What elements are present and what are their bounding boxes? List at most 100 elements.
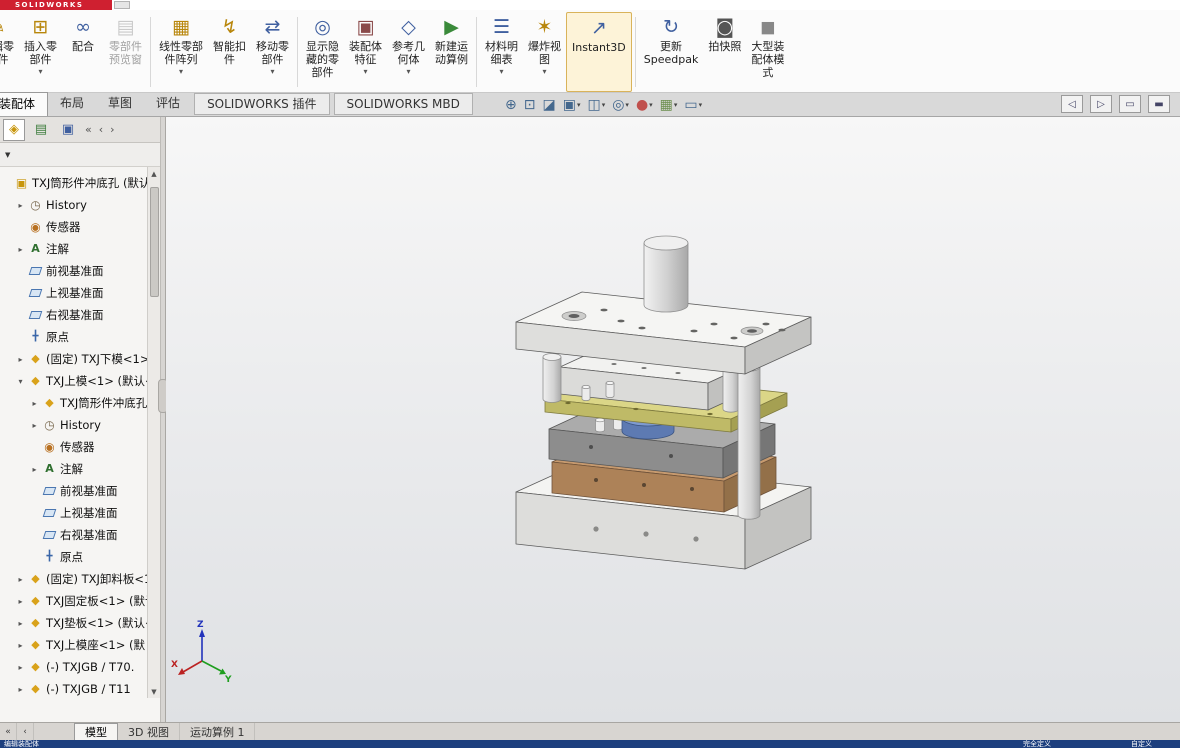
tree-row[interactable]: 上视基准面: [0, 282, 160, 304]
scroll-tabs-left-icon[interactable]: ‹: [17, 723, 34, 740]
tree-row[interactable]: ▸ ◆ TXJ上模座<1> (默: [0, 634, 160, 656]
dropdown-arrow-icon[interactable]: ▾: [38, 67, 42, 76]
dropdown-arrow-icon[interactable]: ▾: [542, 67, 546, 76]
expand-arrow-icon[interactable]: ▸: [16, 355, 25, 364]
shank[interactable]: [643, 235, 689, 313]
assembly-features-button[interactable]: ▣ 装配体 特征 ▾: [344, 12, 387, 92]
tree-row[interactable]: ▸ A 注解: [0, 458, 160, 480]
tree-row[interactable]: ◉ 传感器: [0, 436, 160, 458]
zoom-area-button[interactable]: ⊡: [524, 98, 536, 112]
root-collapse-icon[interactable]: ▼: [5, 151, 10, 159]
tabs-scroll-right-icon[interactable]: ›: [109, 123, 115, 136]
tree-row[interactable]: 前视基准面: [0, 480, 160, 502]
dropdown-arrow-icon[interactable]: ▾: [179, 67, 183, 76]
reference-geometry-button[interactable]: ◇ 参考几 何体 ▾: [387, 12, 430, 92]
tree-row[interactable]: 右视基准面: [0, 304, 160, 326]
expand-arrow-icon[interactable]: ▸: [30, 399, 39, 408]
tree-row[interactable]: 前视基准面: [0, 260, 160, 282]
tab-3d-views[interactable]: 3D 视图: [118, 723, 180, 740]
dropdown-arrow-icon[interactable]: ▾: [577, 101, 581, 109]
expand-arrow-icon[interactable]: ▸: [30, 465, 39, 474]
tree-row[interactable]: ▸ ◆ (-) TXJGB / T70.: [0, 656, 160, 678]
model-canvas[interactable]: [166, 117, 1180, 722]
bill-of-materials-button[interactable]: ☰ 材料明 细表 ▾: [480, 12, 523, 92]
linear-component-pattern-button[interactable]: ▦ 线性零部 件阵列 ▾: [154, 12, 208, 92]
tree-row[interactable]: ╋ 原点: [0, 546, 160, 568]
zoom-fit-button[interactable]: ⊕: [505, 98, 517, 112]
dropdown-arrow-icon[interactable]: ▾: [270, 67, 274, 76]
tab-evaluate[interactable]: 评估: [144, 92, 192, 116]
tab-assembly[interactable]: 装配体: [0, 92, 49, 116]
tree-row[interactable]: ▸ ◆ (固定) TXJ卸料板<1: [0, 568, 160, 590]
scroll-thumb[interactable]: [150, 187, 159, 297]
tree-row[interactable]: ▸ A 注解: [0, 238, 160, 260]
tree-row[interactable]: ▸ ◆ TXJ固定板<1> (默认: [0, 590, 160, 612]
insert-component-button[interactable]: ⊞ 插入零 部件 ▾: [19, 12, 62, 92]
dropdown-arrow-icon[interactable]: ▾: [649, 101, 653, 109]
show-hidden-components-button[interactable]: ◎ 显示隐 藏的零 部件: [301, 12, 344, 92]
scroll-tabs-start-icon[interactable]: «: [0, 723, 17, 740]
tab-layout[interactable]: 布局: [48, 92, 96, 116]
dropdown-arrow-icon[interactable]: ▾: [674, 101, 678, 109]
large-assembly-mode-button[interactable]: ◼ 大型装 配体模式: [746, 12, 789, 92]
tree-row[interactable]: 右视基准面: [0, 524, 160, 546]
expand-arrow-icon[interactable]: ▸: [16, 619, 25, 628]
expand-arrow-icon[interactable]: ▸: [16, 663, 25, 672]
tree-row[interactable]: ▣ TXJ筒形件冲底孔 (默认<: [0, 172, 160, 194]
tab-solidworks-addins[interactable]: SOLIDWORKS 插件: [194, 93, 330, 115]
view-orientation-button[interactable]: ▣ ▾: [563, 98, 581, 112]
dropdown-arrow-icon[interactable]: ▾: [406, 67, 410, 76]
expand-arrow-icon[interactable]: ▸: [30, 421, 39, 430]
edit-appearance-button[interactable]: ● ▾: [636, 98, 653, 112]
propertymanager-tab[interactable]: ▤: [30, 119, 52, 141]
smart-fasteners-button[interactable]: ↯ 智能扣件: [208, 12, 251, 92]
scroll-up-icon[interactable]: ▲: [148, 167, 161, 180]
hide-show-items-button[interactable]: ◎ ▾: [612, 98, 629, 112]
tree-scrollbar[interactable]: ▲ ▼: [147, 167, 160, 698]
dropdown-arrow-icon[interactable]: ▾: [699, 101, 703, 109]
tree-row[interactable]: ◉ 传感器: [0, 216, 160, 238]
update-speedpak-button[interactable]: ↻ 更新 Speedpak: [639, 12, 704, 92]
featuremanager-tab[interactable]: ◈: [3, 118, 25, 141]
new-motion-study-button[interactable]: ▶ 新建运 动算例: [430, 12, 473, 92]
status-customize-button[interactable]: 自定义: [1131, 740, 1152, 748]
configurationmanager-tab[interactable]: ▣: [57, 119, 79, 141]
dropdown-arrow-icon[interactable]: ▾: [602, 101, 606, 109]
section-view-button[interactable]: ◪: [542, 98, 555, 112]
tree-row[interactable]: ▸ ◆ (固定) TXJ下模<1> (默: [0, 348, 160, 370]
graphics-area[interactable]: Z X Y: [166, 117, 1180, 722]
expand-arrow-icon[interactable]: ▸: [16, 685, 25, 694]
component-preview-window-button[interactable]: ▤ 零部件 预览窗: [104, 12, 147, 92]
expand-arrow-icon[interactable]: ▸: [16, 575, 25, 584]
dropdown-arrow-icon[interactable]: ▾: [363, 67, 367, 76]
collapse-pane-icon[interactable]: ▬: [1148, 95, 1170, 113]
pane-forward-icon[interactable]: ▷: [1090, 95, 1112, 113]
tree-row[interactable]: ▸ ◆ TXJ筒形件冲底孔: [0, 392, 160, 414]
apply-scene-button[interactable]: ▦ ▾: [660, 98, 678, 112]
expand-arrow-icon[interactable]: ▸: [16, 641, 25, 650]
edit-component-button[interactable]: ✎编辑零部件: [0, 12, 19, 92]
tree-row[interactable]: ▸ ◆ TXJ垫板<1> (默认<: [0, 612, 160, 634]
undock-pane-icon[interactable]: ▭: [1119, 95, 1141, 113]
menu-expand-stub[interactable]: [114, 1, 130, 9]
tree-row[interactable]: ▸ ◷ History: [0, 414, 160, 436]
display-style-button[interactable]: ◫ ▾: [587, 98, 605, 112]
expand-arrow-icon[interactable]: ▸: [16, 597, 25, 606]
dropdown-arrow-icon[interactable]: ▾: [625, 101, 629, 109]
tabs-scroll-far-left-icon[interactable]: «: [84, 123, 93, 136]
tab-motion-study-1[interactable]: 运动算例 1: [180, 723, 256, 740]
scroll-down-icon[interactable]: ▼: [148, 685, 161, 698]
tree-row[interactable]: ▸ ◷ History: [0, 194, 160, 216]
pane-back-icon[interactable]: ◁: [1061, 95, 1083, 113]
collapse-arrow-icon[interactable]: ▾: [16, 377, 25, 386]
move-component-button[interactable]: ⇄ 移动零 部件 ▾: [251, 12, 294, 92]
tree-row[interactable]: ╋ 原点: [0, 326, 160, 348]
tabs-scroll-left-icon[interactable]: ‹: [98, 123, 104, 136]
mate-button[interactable]: ∞ 配合: [62, 12, 104, 92]
exploded-view-button[interactable]: ✶ 爆炸视图 ▾: [523, 12, 566, 92]
tab-solidworks-mbd[interactable]: SOLIDWORKS MBD: [333, 93, 473, 115]
tree-row[interactable]: ▾ ◆ TXJ上模<1> (默认<默: [0, 370, 160, 392]
tab-sketch[interactable]: 草图: [96, 92, 144, 116]
view-settings-button[interactable]: ▭ ▾: [684, 98, 702, 112]
tree-row[interactable]: 上视基准面: [0, 502, 160, 524]
